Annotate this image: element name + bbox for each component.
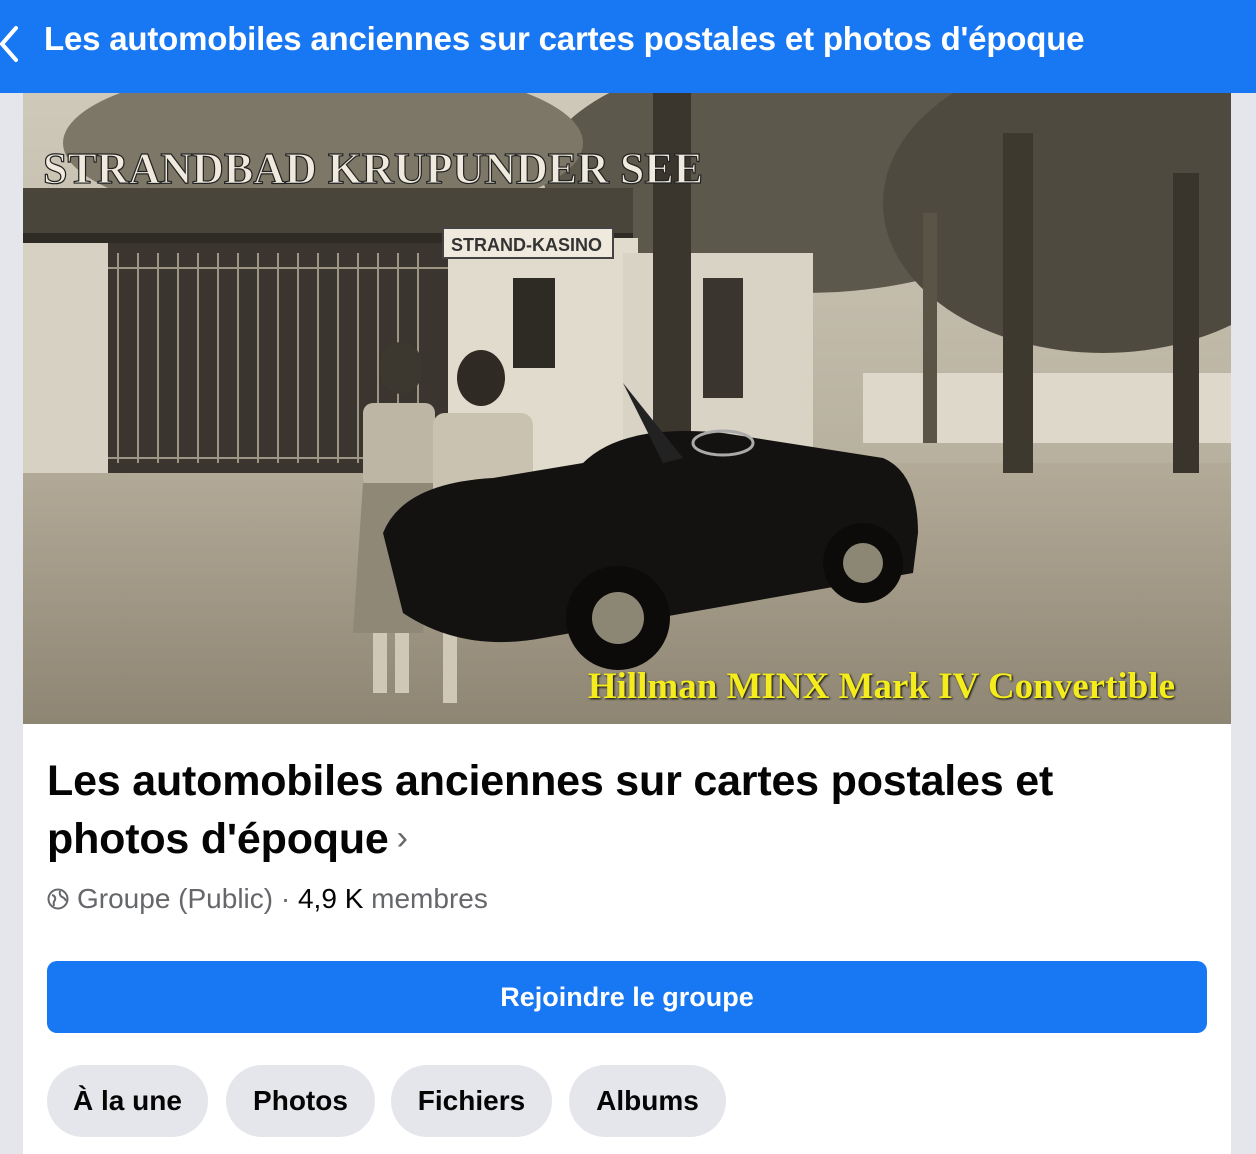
chevron-right-icon: › [396,819,408,857]
sign-kasino-text: STRAND-KASINO [451,235,602,255]
cover-photo[interactable]: STRANDBAD KRUPUNDER SEE STRAND-KASINO Hi… [23,93,1231,724]
header-title: Les automobiles anciennes sur cartes pos… [44,20,1085,57]
group-meta: Groupe (Public) · 4,9 K membres [47,883,488,915]
member-count: 4,9 K [297,883,364,914]
chevron-left-icon[interactable] [0,24,24,64]
globe-icon [47,888,69,910]
cover-caption: Hillman MINX Mark IV Convertible [587,666,1175,707]
top-navigation-bar: Les automobiles anciennes sur cartes pos… [0,0,1256,93]
sign-main-text: STRANDBAD KRUPUNDER SEE [43,144,703,193]
group-name-text: Les automobiles anciennes sur cartes pos… [47,757,1054,863]
tab-featured[interactable]: À la une [47,1065,208,1137]
group-card: STRANDBAD KRUPUNDER SEE STRAND-KASINO Hi… [23,93,1231,1154]
group-privacy: Groupe (Public) [77,883,274,914]
tab-albums[interactable]: Albums [569,1065,726,1137]
group-name[interactable]: Les automobiles anciennes sur cartes pos… [47,753,1177,868]
members-label: membres [371,883,488,914]
meta-separator: · [280,883,291,914]
tab-files[interactable]: Fichiers [391,1065,552,1137]
tab-photos[interactable]: Photos [226,1065,375,1137]
cover-image: STRANDBAD KRUPUNDER SEE STRAND-KASINO [23,93,1231,724]
join-group-button[interactable]: Rejoindre le groupe [47,961,1207,1033]
